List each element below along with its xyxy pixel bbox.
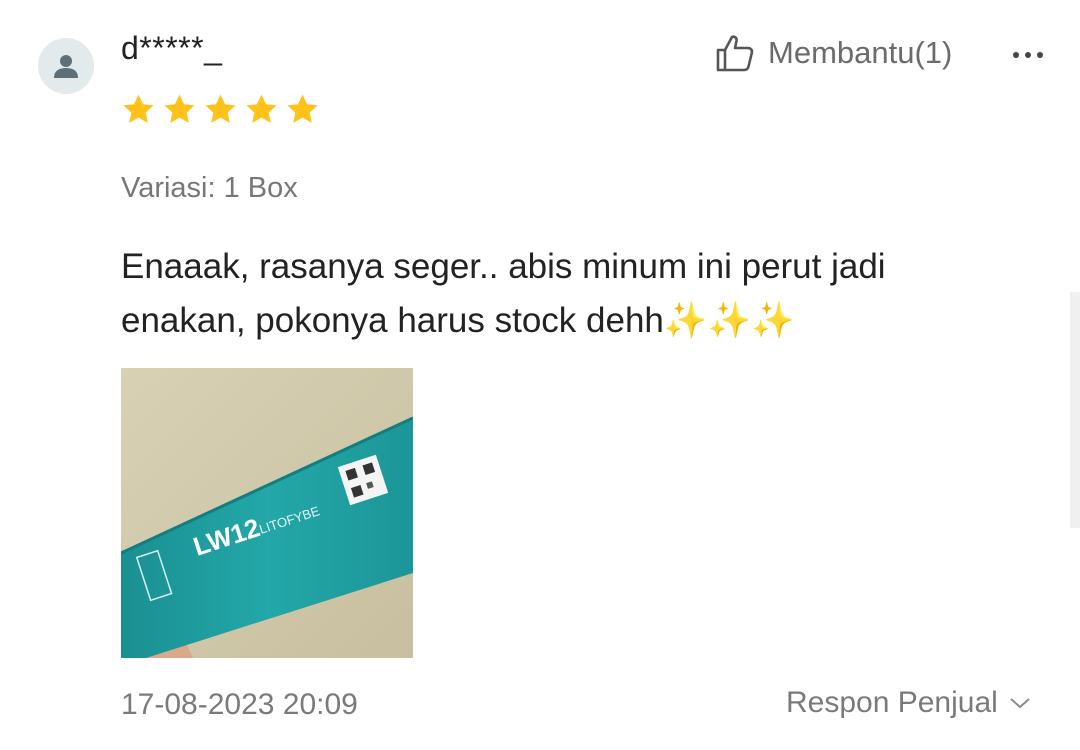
more-options-icon xyxy=(1013,52,1043,58)
product-photo-image: LW12 LITOFYBE xyxy=(121,368,413,658)
star-rating xyxy=(121,92,320,127)
scrollbar[interactable] xyxy=(1070,292,1080,528)
variation-label: Variasi: 1 Box xyxy=(121,172,298,204)
helpful-label: Membantu(1) xyxy=(768,35,953,70)
helpful-button[interactable]: Membantu(1) xyxy=(714,32,952,74)
review-text: Enaaak, rasanya seger.. abis minum ini p… xyxy=(121,247,886,340)
star-icon xyxy=(287,94,318,123)
seller-response-toggle[interactable]: Respon Penjual xyxy=(786,686,1032,720)
star-icon xyxy=(205,94,236,123)
review-card: d*****_ Membantu(1) Variasi: 1 Box Enaaa… xyxy=(0,0,1080,750)
reviewer-username: d*****_ xyxy=(121,30,223,66)
thumbs-up-icon xyxy=(716,35,754,72)
avatar[interactable] xyxy=(38,38,94,94)
star-icon xyxy=(246,94,277,123)
star-icon xyxy=(164,94,195,123)
star-icon xyxy=(123,94,154,123)
review-date: 17-08-2023 20:09 xyxy=(121,688,358,721)
chevron-down-icon xyxy=(1010,698,1030,709)
more-options-button[interactable] xyxy=(1010,40,1046,70)
user-icon xyxy=(54,55,78,78)
seller-response-label: Respon Penjual xyxy=(786,686,998,719)
review-photo[interactable]: LW12 LITOFYBE xyxy=(121,368,413,658)
